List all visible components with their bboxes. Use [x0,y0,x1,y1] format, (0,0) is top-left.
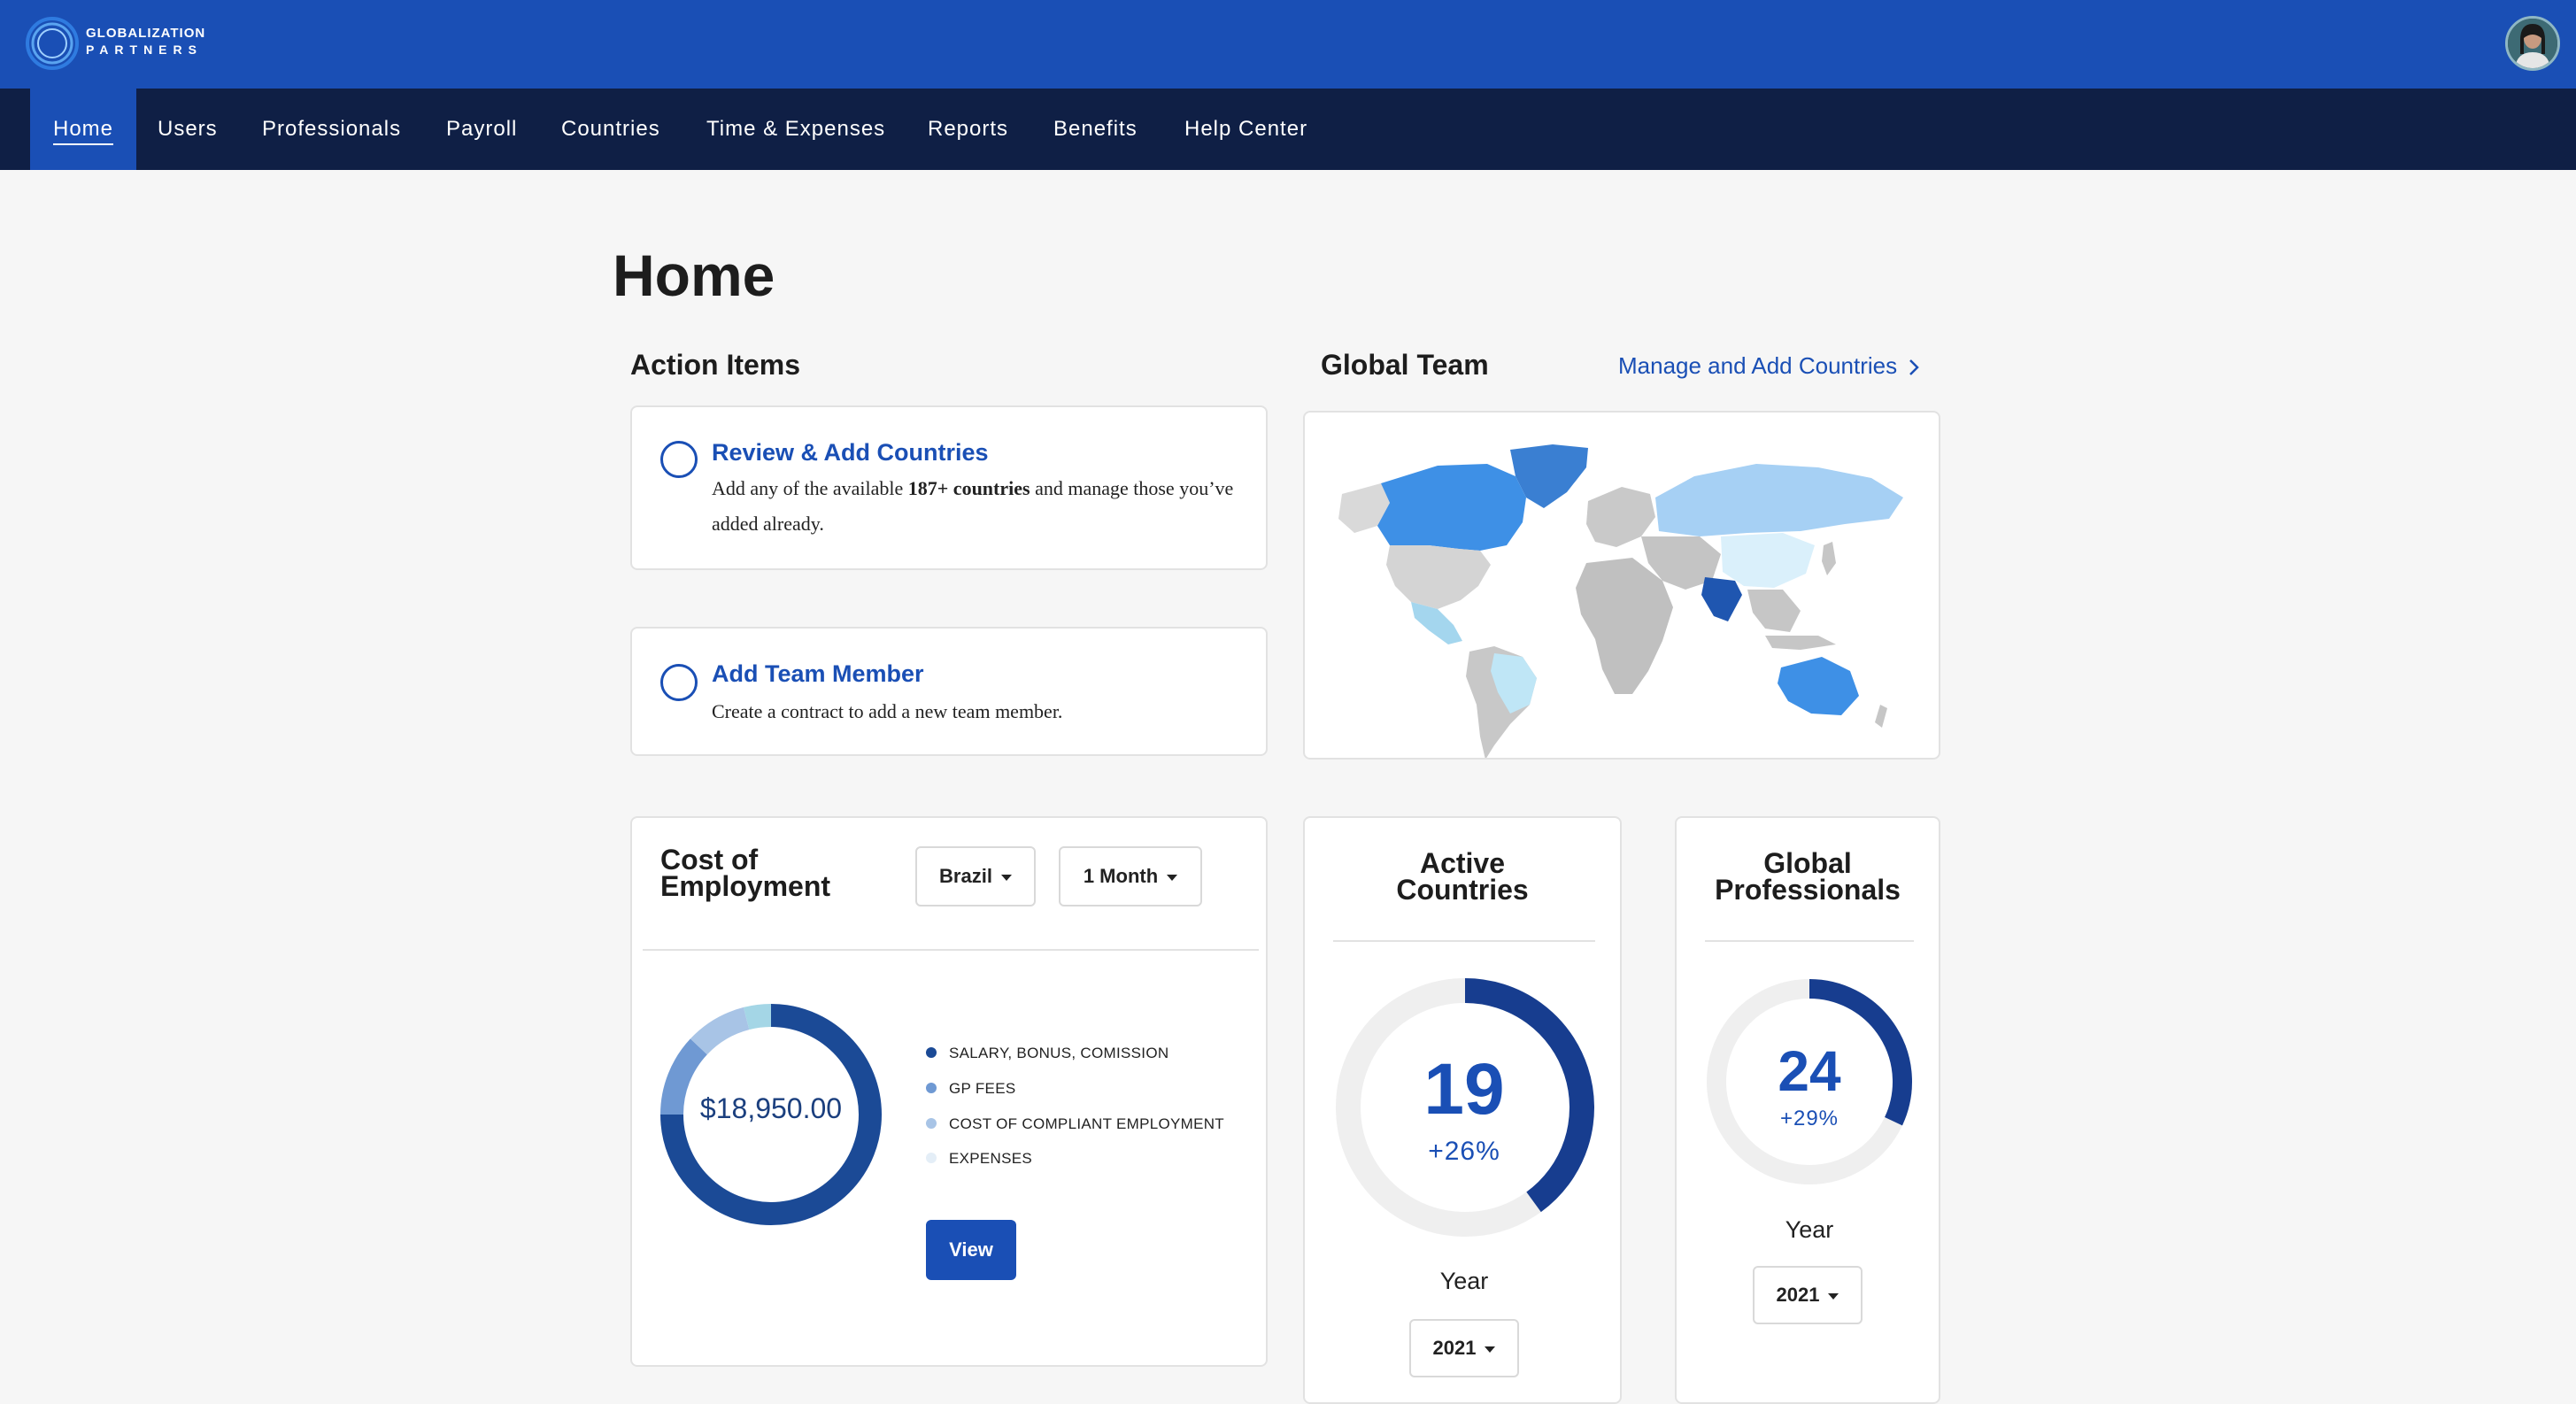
active-countries-year-select[interactable]: 2021 [1409,1319,1519,1377]
title-line: Active [1419,847,1506,879]
world-map-icon [1338,444,1903,760]
title-line: Countries [1396,874,1529,906]
global-team-title: Global Team [1321,349,1489,381]
desc-bold-part: 187+ countries [907,477,1030,499]
active-countries-card: Active Countries 19 +26% Year 2021 [1303,816,1622,1404]
active-countries-value: 19 [1423,1049,1505,1130]
nav-reports[interactable]: Reports [928,89,1008,170]
period-select-value: 1 Month [1083,865,1159,887]
page-title: Home [613,243,775,308]
active-countries-year-label: Year [1439,1268,1489,1294]
caret-down-icon [1828,1292,1839,1300]
legend-gp-fees: GP FEES [926,1080,1015,1098]
action-item-description: Create a contract to add a new team memb… [712,700,1063,722]
global-professionals-title: Global Professionals [1677,847,1939,906]
card-divider [643,949,1259,951]
legend-dot-icon [926,1152,937,1163]
legend-dot-icon [926,1082,937,1093]
global-professionals-year-label: Year [1785,1216,1834,1243]
cost-total: $18,950.00 [699,1092,843,1124]
title-line: Professionals [1715,874,1901,906]
nav-benefits[interactable]: Benefits [1053,89,1138,170]
nav-countries[interactable]: Countries [561,89,660,170]
period-select[interactable]: 1 Month [1059,846,1202,906]
caret-down-icon [1000,874,1012,881]
manage-countries-link-label: Manage and Add Countries [1618,352,1898,379]
title-line: Global [1763,847,1852,879]
country-select[interactable]: Brazil [915,846,1036,906]
caret-down-icon [1485,1346,1496,1353]
country-select-value: Brazil [939,865,992,887]
view-button[interactable]: View [926,1220,1016,1280]
nav-users[interactable]: Users [158,89,218,170]
legend-salary: SALARY, BONUS, COMISSION [926,1045,1168,1062]
nav-professionals[interactable]: Professionals [262,89,401,170]
global-professionals-change: +29% [1779,1107,1839,1130]
top-bar: GLOBALIZATION PARTNERS [0,0,2576,89]
cost-of-employment-title: Cost of Employment [660,844,831,902]
active-countries-change: +26% [1428,1137,1500,1166]
legend-label: GP FEES [949,1080,1016,1097]
card-divider [1705,940,1914,942]
action-item-title[interactable]: Add Team Member [712,660,924,688]
globalization-partners-logo-icon[interactable] [23,14,81,73]
chevron-right-icon [1909,359,1920,376]
brand-line-2: PARTNERS [86,42,203,57]
nav-help-center[interactable]: Help Center [1184,89,1307,170]
nav-home[interactable]: Home [30,89,137,170]
card-divider [1333,940,1595,942]
donut-segment-3 [743,1004,772,1030]
checkbox-circle-icon[interactable] [660,441,698,478]
year-select-value: 2021 [1432,1337,1477,1359]
action-items-title: Action Items [630,349,801,381]
year-select-value: 2021 [1776,1284,1820,1306]
legend-expenses: EXPENSES [926,1150,1032,1168]
checkbox-circle-icon[interactable] [660,664,698,701]
legend-dot-icon [926,1117,937,1129]
legend-label: EXPENSES [949,1150,1033,1167]
active-countries-title: Active Countries [1305,847,1620,906]
main-nav: Home Users Professionals Payroll Countri… [0,89,2576,170]
title-line: Cost of [660,844,759,876]
global-team-map-card [1303,411,1940,760]
brand-line-1: GLOBALIZATION [86,26,206,41]
action-item-title[interactable]: Review & Add Countries [712,439,989,467]
brand-wordmark: GLOBALIZATION PARTNERS [86,27,205,56]
desc-part: Add any of the available [712,477,908,499]
nav-home-label: Home [53,117,114,145]
global-professionals-value: 24 [1778,1039,1841,1103]
nav-time-expenses[interactable]: Time & Expenses [706,89,885,170]
action-item-review-countries[interactable]: Review & Add Countries Add any of the av… [630,405,1268,570]
global-professionals-year-select[interactable]: 2021 [1753,1266,1863,1324]
caret-down-icon [1167,874,1178,881]
global-professionals-card: Global Professionals 24 +29% Year 2021 [1675,816,1940,1404]
manage-countries-link[interactable]: Manage and Add Countries [1618,352,1921,380]
legend-label: SALARY, BONUS, COMISSION [949,1045,1169,1061]
donut-segment-2 [690,1007,750,1055]
user-avatar-icon [2508,19,2557,68]
nav-payroll[interactable]: Payroll [446,89,517,170]
legend-dot-icon [926,1046,937,1058]
legend-compliant-employment: COST OF COMPLIANT EMPLOYMENT [926,1115,1224,1133]
action-item-add-team-member[interactable]: Add Team Member Create a contract to add… [630,627,1268,756]
title-line: Employment [660,870,831,902]
legend-label: COST OF COMPLIANT EMPLOYMENT [949,1115,1224,1132]
user-avatar[interactable] [2505,16,2560,71]
action-item-description: Add any of the available 187+ countries … [712,471,1261,542]
